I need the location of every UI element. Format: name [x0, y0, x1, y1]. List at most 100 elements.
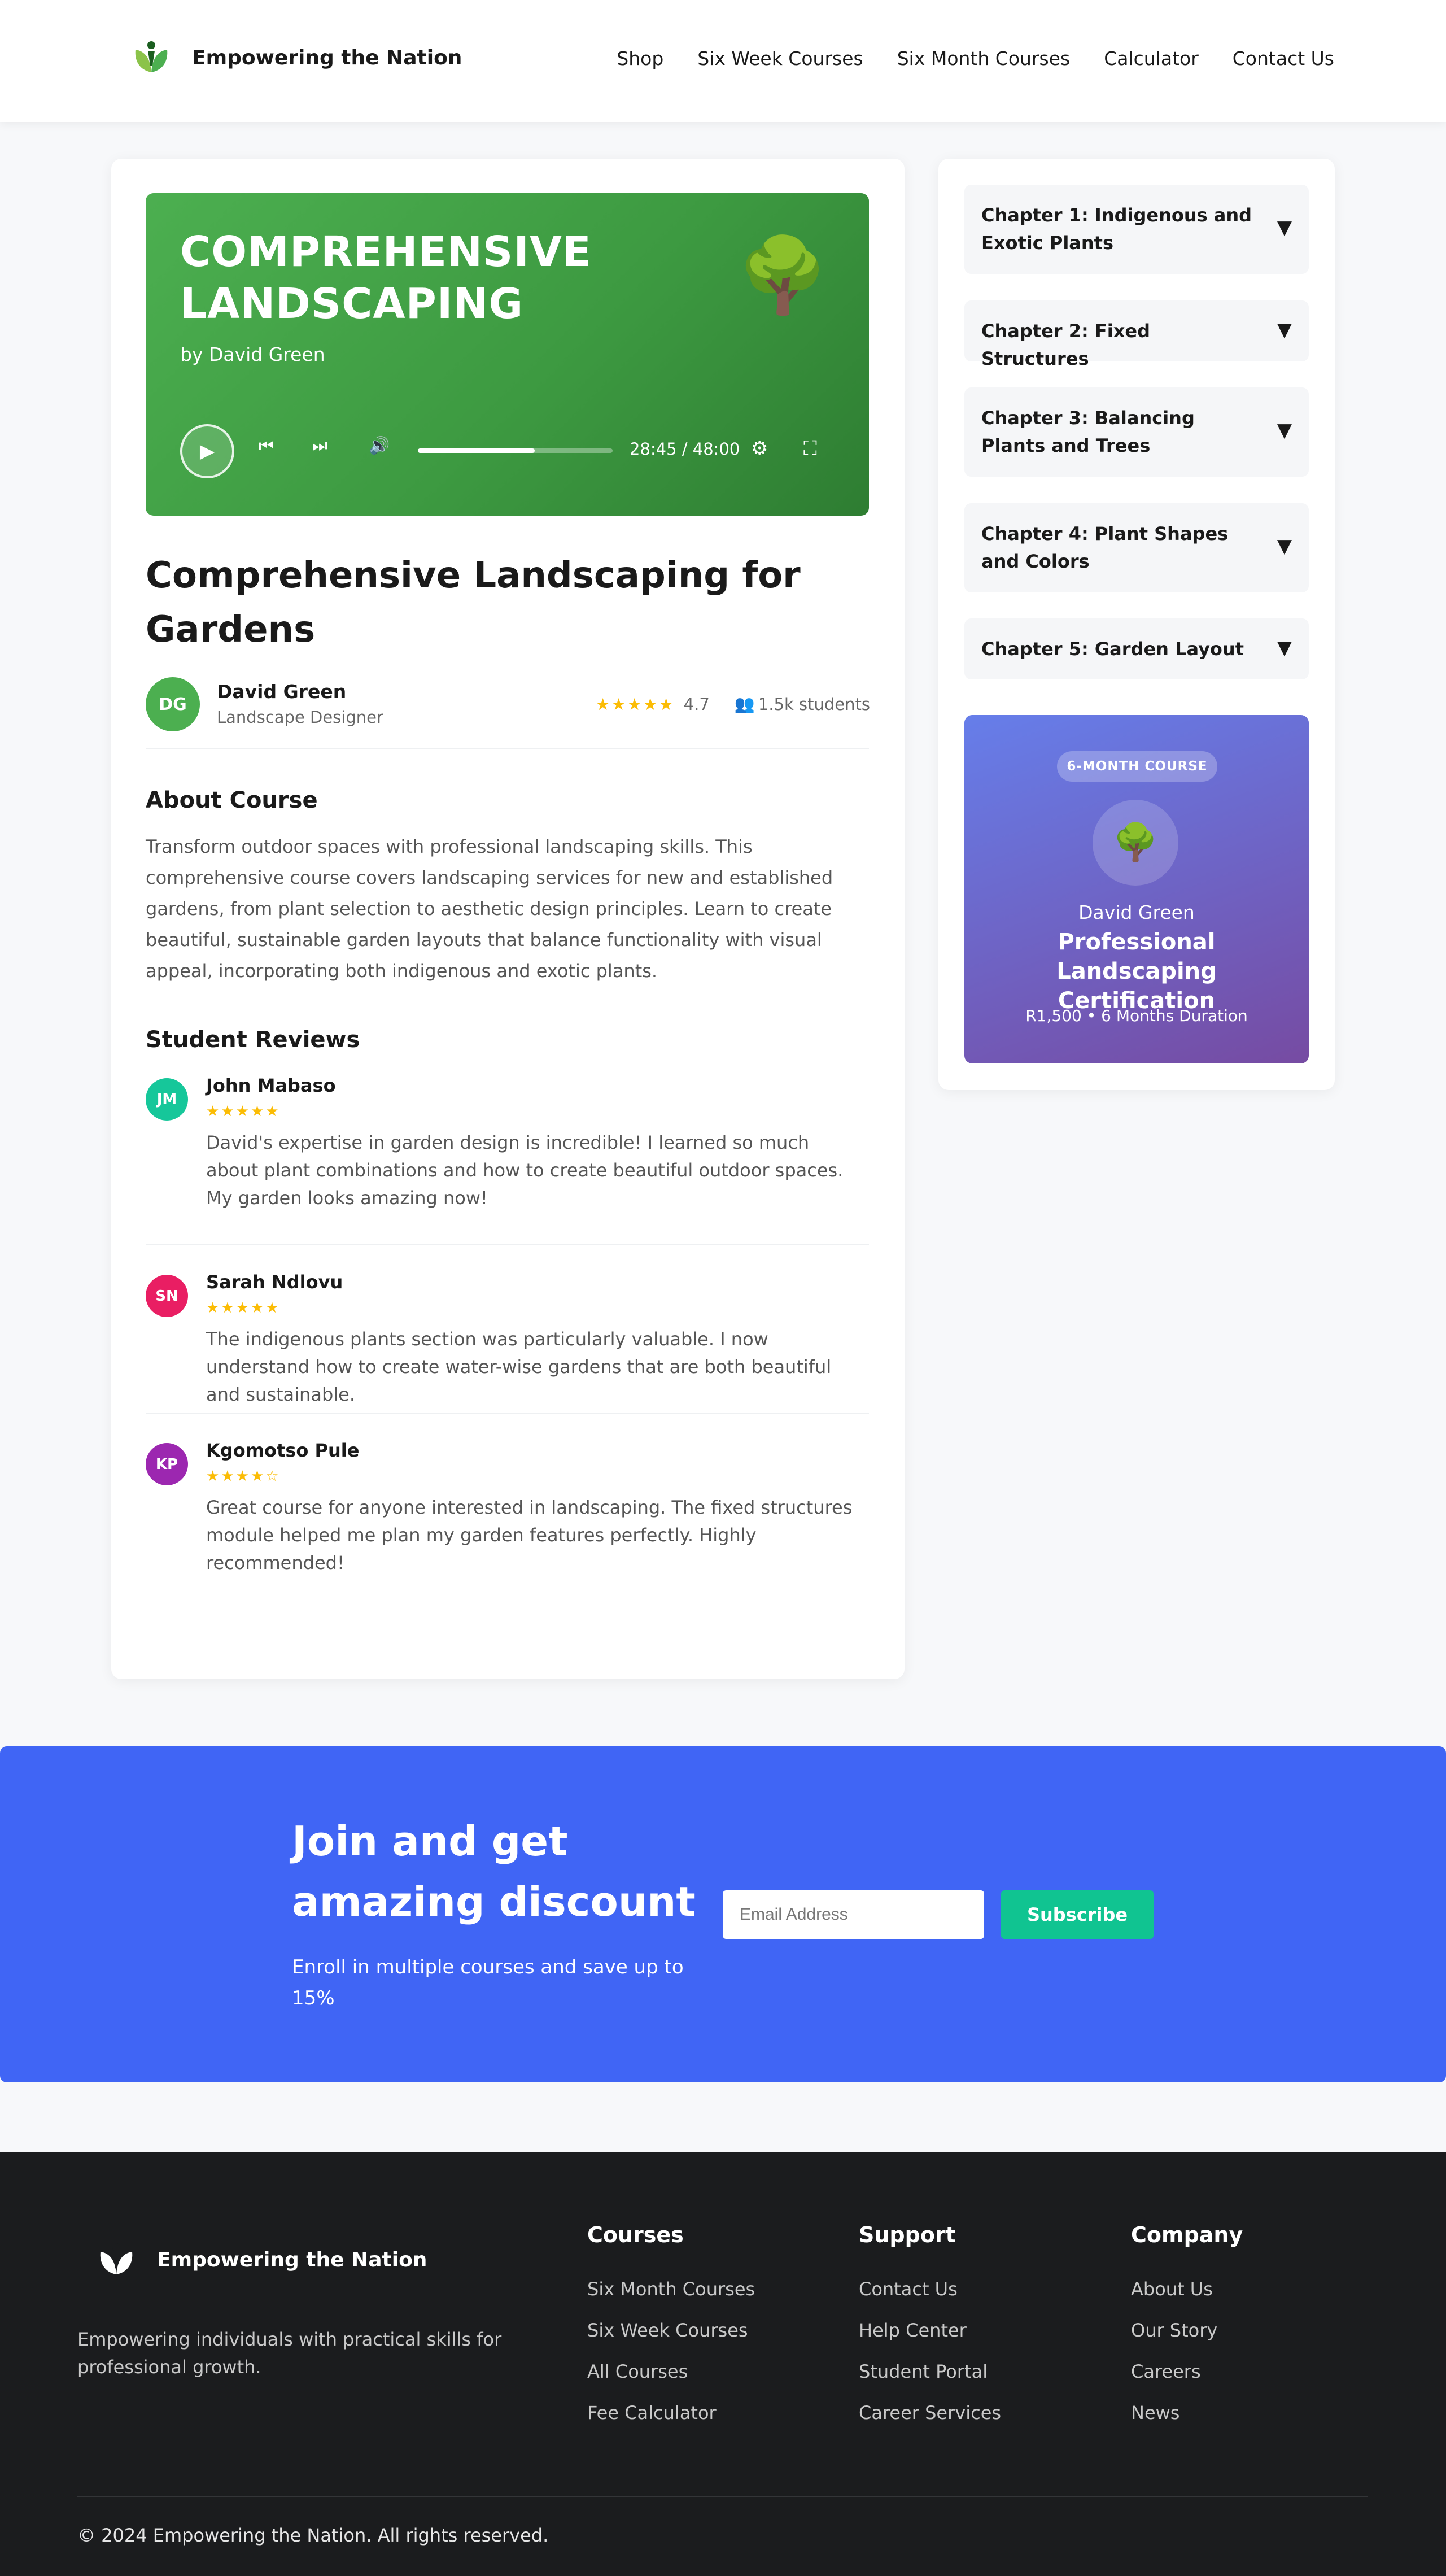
brand-name: Empowering the Nation — [192, 46, 462, 69]
nav-six-month-courses[interactable]: Six Month Courses — [897, 47, 1070, 69]
nav-shop[interactable]: Shop — [617, 47, 663, 69]
tree-icon: 🌳 — [737, 232, 828, 318]
about-heading: About Course — [146, 787, 318, 813]
video-player[interactable]: COMPREHENSIVE LANDSCAPING by David Green… — [146, 193, 869, 516]
play-button[interactable]: ▶ — [180, 424, 234, 478]
about-text: Transform outdoor spaces with profession… — [146, 836, 833, 982]
footer-column-title: Support — [859, 2222, 956, 2247]
playback-time: 28:45 / 48:00 — [630, 439, 740, 459]
reviewer-name: John Mabaso — [206, 1075, 336, 1096]
footer-link[interactable]: Our Story — [1131, 2310, 1243, 2351]
reviewer-name: Sarah Ndlovu — [206, 1271, 343, 1293]
nav-calculator[interactable]: Calculator — [1104, 47, 1199, 69]
main-nav: Shop Six Week Courses Six Month Courses … — [617, 47, 1334, 69]
promo-author: David Green — [1078, 901, 1195, 923]
course-sidebar: Chapter 1: Indigenous and Exotic Plants … — [938, 159, 1335, 1090]
footer-divider — [77, 2496, 1368, 2497]
chevron-down-icon: ▼ — [1277, 216, 1292, 239]
reviewer-avatar: SN — [146, 1275, 188, 1317]
footer-link[interactable]: Student Portal — [859, 2351, 1001, 2392]
review-item: KP Kgomotso Pule ★★★★☆ Great course for … — [146, 1440, 869, 1581]
subscribe-button[interactable]: Subscribe — [1001, 1890, 1154, 1939]
leaf-logo-icon — [135, 41, 168, 72]
footer-column-title: Company — [1131, 2222, 1243, 2247]
footer-column-company: Company About Us Our Story Careers News — [1131, 2222, 1243, 2434]
brand-logo[interactable]: Empowering the Nation — [131, 37, 462, 78]
next-icon[interactable]: ⏭ — [312, 436, 327, 456]
chapter-1-accordion[interactable]: Chapter 1: Indigenous and Exotic Plants … — [964, 185, 1309, 274]
review-stars: ★★★★★ — [206, 1103, 281, 1120]
newsletter-subtitle: Enroll in multiple courses and save up t… — [292, 1956, 684, 2010]
footer-link[interactable]: Six Month Courses — [587, 2269, 755, 2310]
chapter-5-accordion[interactable]: Chapter 5: Garden Layout ▼ — [964, 618, 1309, 679]
chapter-3-accordion[interactable]: Chapter 3: Balancing Plants and Trees ▼ — [964, 387, 1309, 477]
newsletter-title: Join and get amazing discount — [292, 1817, 696, 1925]
review-text: David's expertise in garden design is in… — [206, 1132, 844, 1209]
divider — [146, 1413, 869, 1414]
play-icon: ▶ — [199, 440, 215, 463]
review-text: Great course for anyone interested in la… — [206, 1497, 853, 1574]
course-duration-badge: 6-MONTH COURSE — [1057, 751, 1217, 782]
chevron-down-icon: ▼ — [1277, 637, 1292, 659]
progress-bar[interactable] — [418, 448, 613, 453]
site-header: Empowering the Nation Shop Six Week Cour… — [0, 0, 1446, 122]
nav-contact-us[interactable]: Contact Us — [1233, 47, 1334, 69]
course-title: Comprehensive Landscaping for Gardens — [146, 555, 801, 651]
chapter-label: Chapter 3: Balancing Plants and Trees — [981, 407, 1195, 456]
footer-link[interactable]: Help Center — [859, 2310, 1001, 2351]
students-icon: 👥 — [734, 694, 755, 713]
chevron-down-icon: ▼ — [1277, 419, 1292, 442]
footer-column-courses: Courses Six Month Courses Six Week Cours… — [587, 2222, 755, 2434]
chapter-label: Chapter 2: Fixed Structures — [981, 320, 1150, 369]
footer-column-support: Support Contact Us Help Center Student P… — [859, 2222, 1001, 2434]
instructor-role: Landscape Designer — [217, 708, 383, 727]
footer-brand-logo[interactable]: Empowering the Nation — [96, 2239, 427, 2280]
footer-link[interactable]: Careers — [1131, 2351, 1243, 2392]
students-count: 1.5k students — [758, 694, 870, 714]
promo-price-duration: R1,500 • 6 Months Duration — [1025, 1006, 1248, 1025]
footer-link[interactable]: Contact Us — [859, 2269, 1001, 2310]
email-field[interactable] — [723, 1890, 984, 1939]
footer-description: Empowering individuals with practical sk… — [77, 2329, 502, 2378]
footer-brand-name: Empowering the Nation — [157, 2248, 427, 2272]
previous-icon[interactable]: ⏮ — [259, 436, 274, 456]
footer-link[interactable]: About Us — [1131, 2269, 1243, 2310]
player-author: by David Green — [180, 343, 325, 365]
player-title: COMPREHENSIVE LANDSCAPING — [180, 228, 592, 328]
progress-fill — [418, 448, 535, 453]
review-item: JM John Mabaso ★★★★★ David's expertise i… — [146, 1075, 869, 1216]
footer-link[interactable]: Six Week Courses — [587, 2310, 755, 2351]
chapter-2-accordion[interactable]: Chapter 2: Fixed Structures ▼ — [964, 300, 1309, 369]
chevron-down-icon: ▼ — [1277, 319, 1292, 341]
review-text: The indigenous plants section was partic… — [206, 1328, 832, 1405]
chevron-down-icon: ▼ — [1277, 535, 1292, 557]
rating-value: 4.7 — [683, 694, 710, 714]
chapter-4-accordion[interactable]: Chapter 4: Plant Shapes and Colors ▼ — [964, 503, 1309, 592]
chapter-label: Chapter 5: Garden Layout — [981, 638, 1244, 660]
certification-promo-card[interactable]: 6-MONTH COURSE 🌳 David Green Professiona… — [964, 715, 1309, 1063]
footer-link[interactable]: All Courses — [587, 2351, 755, 2392]
leaf-logo-icon — [100, 2243, 133, 2274]
divider — [146, 748, 869, 749]
reviews-heading: Student Reviews — [146, 1027, 360, 1053]
footer-link[interactable]: Career Services — [859, 2392, 1001, 2434]
nav-six-week-courses[interactable]: Six Week Courses — [697, 47, 863, 69]
footer-link[interactable]: News — [1131, 2392, 1243, 2434]
copyright-text: © 2024 Empowering the Nation. All rights… — [77, 2525, 549, 2546]
rating-stars: ★★★★★ — [595, 694, 675, 714]
review-item: SN Sarah Ndlovu ★★★★★ The indigenous pla… — [146, 1271, 869, 1405]
promo-title: Professional Landscaping Certification — [1056, 929, 1217, 1014]
reviewer-avatar: KP — [146, 1443, 188, 1485]
instructor-name[interactable]: David Green — [217, 681, 346, 703]
divider — [146, 1244, 869, 1245]
footer-column-title: Courses — [587, 2222, 684, 2247]
volume-icon[interactable]: 🔊 — [369, 436, 390, 456]
settings-icon[interactable]: ⚙ — [751, 437, 768, 460]
reviewer-avatar: JM — [146, 1078, 188, 1121]
course-stats: ★★★★★ 4.7 👥 1.5k students — [596, 694, 870, 714]
fullscreen-icon[interactable]: ⛶ — [803, 437, 817, 460]
chapter-label: Chapter 4: Plant Shapes and Colors — [981, 523, 1229, 572]
course-main-card: COMPREHENSIVE LANDSCAPING by David Green… — [111, 159, 905, 1679]
chapter-label: Chapter 1: Indigenous and Exotic Plants — [981, 204, 1252, 254]
footer-link[interactable]: Fee Calculator — [587, 2392, 755, 2434]
